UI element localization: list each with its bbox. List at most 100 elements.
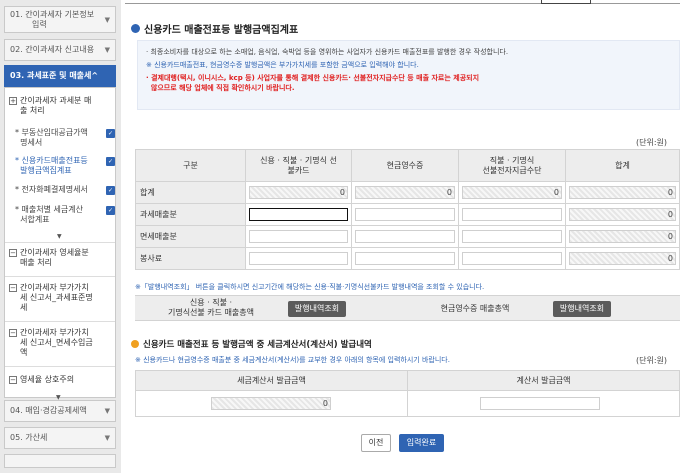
exempt-cash-input[interactable] [355,230,455,243]
table-row: 면세매출분 0 [135,225,680,248]
subitem-invoice-summary[interactable]: * 매출처별 세금계산 서합계표 ✓ [15,205,115,225]
col-header: 신용 · 직불 · 기명식 선 불카드 [245,149,352,182]
invoice-table: 세금계산서 발급금액 계산서 발급금액 0 [135,370,680,417]
step-03-subpanel: + 간이과세자 과세분 매출 처리 * 부동산임대공급가액 명세서 ✓ * 신용… [4,87,116,398]
prev-button[interactable]: 이전 [361,434,391,452]
sidebar: 01. 간이과세자 기본정보 입력 ▼ 02. 간이과세자 신고내용 ▼ 03. … [0,0,121,473]
top-divider [125,0,680,4]
taxable-sum-value: 0 [569,208,676,221]
sales-table: 구분 신용 · 직불 · 기명식 선 불카드 현금영수증 직불 · 기명식 선불전자… [135,149,680,270]
table-row: 합계 0 0 0 0 [135,181,680,204]
step-label: 04. 매입·경감공제세액 [10,406,87,415]
notice-line: · 최종소비자를 대상으로 하는 소매업, 음식업, 숙박업 등을 영위하는 사… [146,48,509,56]
main-content: 신용카드 매출전표등 발행금액집계표 · 최종소비자를 대상으로 하는 소매업,… [121,0,686,473]
service-sum-value: 0 [569,252,676,265]
section-title-text: 신용카드 매출전표 등 발행금액 중 세금계산서(계산서) 발급내역 [143,340,372,350]
service-cash-input[interactable] [355,252,455,265]
taxable-debit-input[interactable] [462,208,562,221]
total-debit-value: 0 [462,186,562,199]
arrow-down-icon: ▼ [57,233,62,240]
col-header: 구분 [135,149,246,182]
step-04-deductions[interactable]: 04. 매입·경감공제세액 ▼ [4,400,116,422]
lookup-note: ※「발행내역조회」 버튼을 클릭하시면 신고기간에 해당하는 신용·직불·기명식… [135,283,485,291]
credit-total-label: 신용 · 직불 · 기명식선불 카드 매출총액 [167,298,255,317]
subitem-label: * 매출처별 세금계산 서합계표 [15,205,83,224]
section-title: 신용카드 매출전표 등 발행금액 중 세금계산서(계산서) 발급내역 [131,338,372,350]
step-label: 02. 간이과세자 신고내용 [10,45,95,54]
bullet-icon [131,340,139,348]
group-report-tax-base[interactable]: − 간이과세자 부가가치 세 신고서_과세표준명 세 [9,283,115,313]
step-06[interactable] [4,454,116,468]
row-header: 봉사료 [135,247,246,270]
divider [5,242,115,243]
divider [5,276,115,277]
page-title-text: 신용카드 매출전표등 발행금액집계표 [144,25,299,36]
group-reciprocity[interactable]: − 영세율 상호주의 [9,375,115,385]
app: 01. 간이과세자 기본정보 입력 ▼ 02. 간이과세자 신고내용 ▼ 03. … [0,0,686,473]
warning-text: · 결제대행(택시, 이니시스, kcp 등) 사업자를 통해 결제한 신용카드… [146,74,480,92]
subitem-label: * 부동산임대공급가액 명세서 [15,128,88,147]
exempt-credit-input[interactable] [249,230,348,243]
check-icon: ✓ [106,206,115,215]
group-label: 간이과세자 부가가치 세 신고서_과세표준명 세 [20,283,93,312]
taxable-cash-input[interactable] [355,208,455,221]
submit-button[interactable]: 입력완료 [399,434,444,452]
subitem-rental[interactable]: * 부동산임대공급가액 명세서 ✓ [15,128,115,148]
subitem-label: * 전자화폐결제명세서 [15,185,88,194]
notice-box: · 최종소비자를 대상으로 하는 소매업, 음식업, 숙박업 등을 영위하는 사… [137,40,680,110]
row-header: 과세매출분 [135,203,246,226]
group-taxable-sales[interactable]: + 간이과세자 과세분 매출 처리 [9,96,115,116]
taxable-credit-input[interactable] [249,208,348,221]
step-05-penalty[interactable]: 05. 가산세 ▼ [4,427,116,449]
lookup-bar: 신용 · 직불 · 기명식선불 카드 매출총액 발행내역조회 현금영수증 매출총액… [135,295,680,321]
chevron-down-icon: ▼ [104,46,110,54]
table-row: 봉사료 0 [135,247,680,270]
check-icon: ✓ [106,157,115,166]
subitem-label: * 신용카드매출전표등 발행금액집계표 [15,156,88,175]
chevron-down-icon: ▼ [104,407,110,415]
col-header: 합계 [565,149,680,182]
group-report-exempt[interactable]: − 간이과세자 부가가치 세 신고서_면세수입금 액 [9,328,115,358]
step-02-report[interactable]: 02. 간이과세자 신고내용 ▼ [4,39,116,61]
divider [5,321,115,322]
top-tab[interactable] [541,0,591,4]
step-01-basic-info[interactable]: 01. 간이과세자 기본정보 입력 ▼ [4,6,116,33]
page-title: 신용카드 매출전표등 발행금액집계표 [131,21,298,36]
total-cash-value: 0 [355,186,455,199]
collapse-minus-icon: − [9,284,17,292]
group-label: 영세율 상호주의 [20,375,75,384]
check-icon: ✓ [106,186,115,195]
check-icon: ✓ [106,129,115,138]
col-header: 세금계산서 발급금액 [135,370,408,391]
subitem-e-money[interactable]: * 전자화폐결제명세서 ✓ [15,185,115,195]
col-header: 직불 · 기명식 선불전자지급수단 [458,149,566,182]
unit-label: (단위:원) [636,138,668,147]
cash-total-label: 현금영수증 매출총액 [440,304,510,313]
unit-label: (단위:원) [636,356,668,365]
exempt-debit-input[interactable] [462,230,562,243]
subitem-credit-card[interactable]: * 신용카드매출전표등 발행금액집계표 ✓ [15,156,115,176]
exempt-sum-value: 0 [569,230,676,243]
collapse-minus-icon: − [9,376,17,384]
table-row: 0 [135,390,680,417]
step-03-tax-base[interactable]: 03. 과세표준 및 매출세^ [4,65,116,87]
credit-lookup-button[interactable]: 발행내역조회 [288,301,346,317]
divider [5,366,115,367]
service-credit-input[interactable] [249,252,348,265]
bullet-icon [131,24,140,33]
section-note: ※ 신용카드나 현금영수증 매출분 중 세금계산서(계산서)를 교부한 경우 아… [135,356,450,364]
expand-plus-icon: + [9,97,17,105]
step-label: 05. 가산세 [10,433,48,442]
group-label: 간이과세자 부가가치 세 신고서_면세수입금 액 [20,328,93,357]
col-header: 현금영수증 [351,149,459,182]
step-label: 01. 간이과세자 기본정보 입력 [10,9,95,29]
notice-line: ※ 신용카드매출전표, 현금영수증 발행금액은 부가가치세를 포함한 금액으로 … [146,61,419,69]
chevron-down-icon: ▼ [104,15,110,24]
invoice-amount-input[interactable] [480,397,600,410]
col-header: 계산서 발급금액 [407,370,680,391]
cash-lookup-button[interactable]: 발행내역조회 [553,301,611,317]
group-zero-rate[interactable]: − 간이과세자 영세율분 매출 처리 [9,248,115,268]
total-credit-value: 0 [249,186,348,199]
service-debit-input[interactable] [462,252,562,265]
collapse-minus-icon: − [9,329,17,337]
